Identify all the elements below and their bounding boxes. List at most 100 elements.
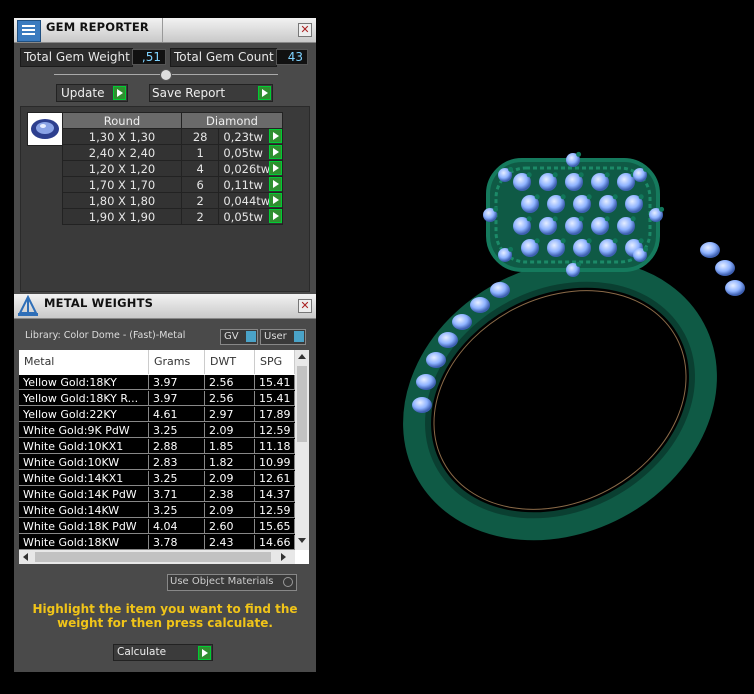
play-arrow-icon[interactable] — [269, 161, 282, 175]
table-row[interactable]: Yellow Gold:18KY R... 3.97 2.56 15.41 — [19, 391, 295, 407]
play-arrow-icon — [113, 86, 126, 100]
gem-row[interactable]: 2,40 X 2,40 1 0,05tw — [62, 144, 283, 161]
prong — [576, 151, 582, 157]
round-gem-thumbnail[interactable] — [27, 112, 63, 146]
gem-weight: 0,11tw — [223, 177, 263, 192]
play-arrow-icon[interactable] — [269, 209, 282, 223]
prong — [612, 238, 618, 244]
spg-value: 12.59 — [255, 423, 295, 438]
prong — [643, 246, 649, 252]
dwt-column-header[interactable]: DWT — [205, 350, 255, 374]
table-row[interactable]: White Gold:14K PdW 3.71 2.38 14.37 — [19, 487, 295, 503]
prong — [638, 194, 644, 200]
grams-value: 3.25 — [149, 471, 205, 486]
scroll-thumb[interactable] — [35, 552, 271, 562]
gem-report-area: Round Diamond 1,30 X 1,30 28 0,23tw 2,40… — [20, 106, 310, 292]
user-toggle[interactable]: User — [260, 329, 306, 345]
gem-size: 1,90 X 1,90 — [62, 208, 182, 225]
close-icon[interactable]: ✕ — [298, 299, 312, 313]
prong — [604, 216, 610, 222]
table-row[interactable]: Yellow Gold:22KY 4.61 2.97 17.89 — [19, 407, 295, 423]
diamond-gem — [426, 352, 446, 368]
prong — [560, 238, 566, 244]
prong — [552, 216, 558, 222]
scroll-down-icon[interactable] — [298, 538, 306, 543]
table-row[interactable]: White Gold:10KX1 2.88 1.85 11.18 — [19, 439, 295, 455]
grams-value: 2.88 — [149, 439, 205, 454]
scroll-up-icon[interactable] — [298, 354, 306, 359]
table-row[interactable]: White Gold:14KX1 3.25 2.09 12.61 — [19, 471, 295, 487]
gem-row[interactable]: 1,30 X 1,30 28 0,23tw — [62, 128, 283, 145]
vertical-scrollbar[interactable] — [295, 350, 309, 550]
diamond-gem — [412, 397, 432, 413]
grams-value: 3.78 — [149, 535, 205, 550]
metal-name: White Gold:10KW — [19, 455, 149, 470]
spg-value: 14.66 — [255, 535, 295, 550]
update-button-label: Update — [61, 86, 105, 100]
gem-size: 1,70 X 1,70 — [62, 176, 182, 193]
table-row[interactable]: Yellow Gold:18KY 3.97 2.56 15.41 — [19, 375, 295, 391]
gem-weight-cell: 0,11tw — [218, 176, 283, 193]
dwt-value: 2.38 — [205, 487, 255, 502]
save-report-button[interactable]: Save Report — [149, 84, 273, 102]
metal-weights-titlebar: METAL WEIGHTS ✕ — [14, 294, 316, 319]
ring-render — [403, 151, 745, 541]
play-arrow-icon[interactable] — [269, 129, 282, 143]
metal-column-header[interactable]: Metal — [19, 350, 149, 374]
gv-toggle[interactable]: GV — [220, 329, 258, 345]
table-row[interactable]: White Gold:9K PdW 3.25 2.09 12.59 — [19, 423, 295, 439]
play-arrow-icon — [258, 86, 271, 100]
table-row[interactable]: White Gold:18KW 3.78 2.43 14.66 — [19, 535, 295, 551]
gem-row[interactable]: 1,90 X 1,90 2 0,05tw — [62, 208, 283, 225]
gem-shape-header: Round — [62, 112, 182, 129]
use-object-materials-toggle[interactable]: Use Object Materials — [167, 574, 297, 591]
prong — [604, 172, 610, 178]
dwt-value: 1.82 — [205, 455, 255, 470]
metal-rows: Yellow Gold:18KY 3.97 2.56 15.41 Yellow Gold… — [19, 375, 295, 551]
prong — [659, 206, 665, 212]
gem-weight-cell: 0,05tw — [218, 208, 283, 225]
dwt-value: 2.97 — [205, 407, 255, 422]
table-row[interactable]: White Gold:10KW 2.83 1.82 10.99 — [19, 455, 295, 471]
dwt-value: 2.09 — [205, 471, 255, 486]
dwt-value: 2.09 — [205, 503, 255, 518]
prong — [638, 238, 644, 244]
gem-reporter-titlebar: GEM REPORTER ✕ — [14, 18, 316, 43]
scroll-thumb[interactable] — [297, 366, 307, 442]
play-arrow-icon[interactable] — [269, 177, 282, 191]
gem-count: 28 — [180, 128, 220, 145]
table-row[interactable]: White Gold:18K PdW 4.04 2.60 15.65 — [19, 519, 295, 535]
spg-column-header[interactable]: SPG — [255, 350, 295, 374]
diamond-gem — [725, 280, 745, 296]
scroll-left-icon[interactable] — [23, 553, 28, 561]
library-label: Library: Color Dome - (Fast)-Metal — [25, 330, 186, 341]
size-slider-handle[interactable] — [160, 69, 172, 81]
gem-row[interactable]: 1,70 X 1,70 6 0,11tw — [62, 176, 283, 193]
play-arrow-icon[interactable] — [269, 145, 282, 159]
table-row[interactable]: White Gold:14KW 3.25 2.09 12.59 — [19, 503, 295, 519]
grams-value: 4.61 — [149, 407, 205, 422]
gem-count: 1 — [180, 144, 220, 161]
gem-weight-cell: 0,044tw — [218, 192, 283, 209]
ring-viewport[interactable] — [330, 0, 754, 691]
gem-size: 1,30 X 1,30 — [62, 128, 182, 145]
gem-count: 6 — [180, 176, 220, 193]
scroll-right-icon[interactable] — [281, 553, 286, 561]
prong — [508, 246, 514, 252]
close-icon[interactable]: ✕ — [298, 23, 312, 37]
metal-name: White Gold:14KW — [19, 503, 149, 518]
dwt-value: 2.43 — [205, 535, 255, 550]
horizontal-scrollbar[interactable] — [19, 550, 295, 564]
gem-row[interactable]: 1,20 X 1,20 4 0,026tw — [62, 160, 283, 177]
gem-row[interactable]: 1,80 X 1,80 2 0,044tw — [62, 192, 283, 209]
update-button[interactable]: Update — [56, 84, 128, 102]
gem-table: Round Diamond 1,30 X 1,30 28 0,23tw 2,40… — [62, 112, 283, 225]
prong — [576, 261, 582, 267]
spg-value: 11.18 — [255, 439, 295, 454]
prong — [552, 172, 558, 178]
metal-name: Yellow Gold:22KY — [19, 407, 149, 422]
play-arrow-icon[interactable] — [269, 193, 282, 207]
grams-column-header[interactable]: Grams — [149, 350, 205, 374]
spg-value: 17.89 — [255, 407, 295, 422]
calculate-button[interactable]: Calculate — [113, 644, 213, 661]
